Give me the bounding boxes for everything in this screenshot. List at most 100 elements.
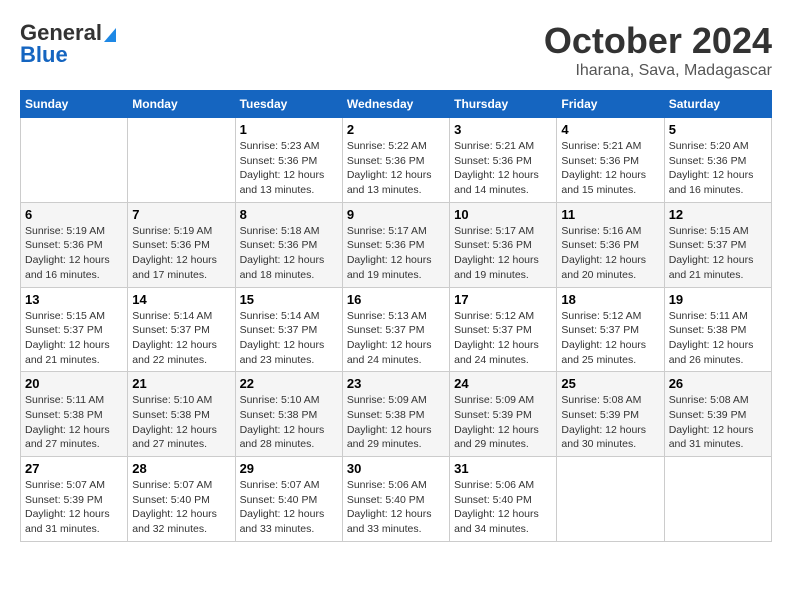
calendar-cell: 30Sunrise: 5:06 AM Sunset: 5:40 PM Dayli…	[342, 457, 449, 542]
calendar-cell: 20 Sunrise: 5:11 AM Sunset: 5:38 PM Dayli…	[21, 372, 128, 457]
day-number: 11	[561, 207, 659, 222]
day-number: 9	[347, 207, 445, 222]
day-number: 29	[240, 461, 338, 476]
calendar-cell: 8Sunrise: 5:18 AM Sunset: 5:36 PM Daylig…	[235, 202, 342, 287]
title-section: October 2024 Iharana, Sava, Madagascar	[544, 20, 772, 80]
day-number: 4	[561, 122, 659, 137]
calendar-cell: 10 Sunrise: 5:17 AM Sunset: 5:36 PM Dayli…	[450, 202, 557, 287]
calendar-cell: 28 Sunrise: 5:07 AM Sunset: 5:40 PM Dayli…	[128, 457, 235, 542]
day-number: 2	[347, 122, 445, 137]
day-info: Sunrise: 5:06 AM Sunset: 5:40 PM Dayligh…	[454, 478, 552, 537]
day-info: Sunrise: 5:07 AM Sunset: 5:40 PM Dayligh…	[132, 478, 230, 537]
day-info: Sunrise: 5:07 AM Sunset: 5:40 PM Dayligh…	[240, 478, 338, 537]
weekday-header: Wednesday	[342, 91, 449, 118]
calendar-cell: 16 Sunrise: 5:13 AM Sunset: 5:37 PM Dayli…	[342, 287, 449, 372]
day-info: Sunrise: 5:10 AM Sunset: 5:38 PM Dayligh…	[132, 393, 230, 452]
day-info: Sunrise: 5:12 AM Sunset: 5:37 PM Dayligh…	[561, 309, 659, 368]
day-info: Sunrise: 5:20 AM Sunset: 5:36 PM Dayligh…	[669, 139, 767, 198]
calendar-cell	[21, 118, 128, 203]
calendar-cell: 31 Sunrise: 5:06 AM Sunset: 5:40 PM Dayli…	[450, 457, 557, 542]
day-info: Sunrise: 5:12 AM Sunset: 5:37 PM Dayligh…	[454, 309, 552, 368]
day-info: Sunrise: 5:23 AM Sunset: 5:36 PM Dayligh…	[240, 139, 338, 198]
day-number: 10	[454, 207, 552, 222]
weekday-header: Saturday	[664, 91, 771, 118]
day-info: Sunrise: 5:08 AM Sunset: 5:39 PM Dayligh…	[669, 393, 767, 452]
calendar-cell: 13Sunrise: 5:15 AM Sunset: 5:37 PM Dayli…	[21, 287, 128, 372]
month-title: October 2024	[544, 20, 772, 62]
day-number: 31	[454, 461, 552, 476]
day-info: Sunrise: 5:18 AM Sunset: 5:36 PM Dayligh…	[240, 224, 338, 283]
day-number: 18	[561, 292, 659, 307]
day-number: 15	[240, 292, 338, 307]
calendar-cell: 19 Sunrise: 5:11 AM Sunset: 5:38 PM Dayli…	[664, 287, 771, 372]
day-info: Sunrise: 5:08 AM Sunset: 5:39 PM Dayligh…	[561, 393, 659, 452]
calendar-cell: 27Sunrise: 5:07 AM Sunset: 5:39 PM Dayli…	[21, 457, 128, 542]
day-number: 22	[240, 376, 338, 391]
day-number: 16	[347, 292, 445, 307]
day-number: 12	[669, 207, 767, 222]
calendar-cell: 1 Sunrise: 5:23 AM Sunset: 5:36 PM Daylig…	[235, 118, 342, 203]
calendar-cell: 21 Sunrise: 5:10 AM Sunset: 5:38 PM Dayli…	[128, 372, 235, 457]
day-info: Sunrise: 5:09 AM Sunset: 5:39 PM Dayligh…	[454, 393, 552, 452]
day-info: Sunrise: 5:21 AM Sunset: 5:36 PM Dayligh…	[454, 139, 552, 198]
day-number: 3	[454, 122, 552, 137]
day-info: Sunrise: 5:10 AM Sunset: 5:38 PM Dayligh…	[240, 393, 338, 452]
day-info: Sunrise: 5:16 AM Sunset: 5:36 PM Dayligh…	[561, 224, 659, 283]
day-info: Sunrise: 5:11 AM Sunset: 5:38 PM Dayligh…	[669, 309, 767, 368]
day-number: 28	[132, 461, 230, 476]
calendar-cell: 11 Sunrise: 5:16 AM Sunset: 5:36 PM Dayli…	[557, 202, 664, 287]
logo-blue: Blue	[20, 42, 68, 68]
day-number: 13	[25, 292, 123, 307]
calendar-cell: 6 Sunrise: 5:19 AM Sunset: 5:36 PM Daylig…	[21, 202, 128, 287]
day-info: Sunrise: 5:19 AM Sunset: 5:36 PM Dayligh…	[132, 224, 230, 283]
calendar-cell: 5 Sunrise: 5:20 AM Sunset: 5:36 PM Daylig…	[664, 118, 771, 203]
weekday-header: Tuesday	[235, 91, 342, 118]
day-info: Sunrise: 5:17 AM Sunset: 5:36 PM Dayligh…	[347, 224, 445, 283]
day-info: Sunrise: 5:11 AM Sunset: 5:38 PM Dayligh…	[25, 393, 123, 452]
calendar-cell: 12Sunrise: 5:15 AM Sunset: 5:37 PM Dayli…	[664, 202, 771, 287]
calendar-cell: 4 Sunrise: 5:21 AM Sunset: 5:36 PM Daylig…	[557, 118, 664, 203]
calendar-table: SundayMondayTuesdayWednesdayThursdayFrid…	[20, 90, 772, 542]
day-info: Sunrise: 5:22 AM Sunset: 5:36 PM Dayligh…	[347, 139, 445, 198]
calendar-week-row: 1 Sunrise: 5:23 AM Sunset: 5:36 PM Daylig…	[21, 118, 772, 203]
logo: General Blue	[20, 20, 116, 68]
calendar-cell: 23 Sunrise: 5:09 AM Sunset: 5:38 PM Dayli…	[342, 372, 449, 457]
header: General Blue October 2024 Iharana, Sava,…	[20, 20, 772, 80]
day-number: 24	[454, 376, 552, 391]
calendar-cell	[664, 457, 771, 542]
day-number: 21	[132, 376, 230, 391]
calendar-cell: 7 Sunrise: 5:19 AM Sunset: 5:36 PM Daylig…	[128, 202, 235, 287]
day-number: 23	[347, 376, 445, 391]
day-number: 20	[25, 376, 123, 391]
day-number: 1	[240, 122, 338, 137]
day-number: 26	[669, 376, 767, 391]
day-info: Sunrise: 5:07 AM Sunset: 5:39 PM Dayligh…	[25, 478, 123, 537]
calendar-cell: 9 Sunrise: 5:17 AM Sunset: 5:36 PM Daylig…	[342, 202, 449, 287]
calendar-week-row: 13Sunrise: 5:15 AM Sunset: 5:37 PM Dayli…	[21, 287, 772, 372]
day-info: Sunrise: 5:17 AM Sunset: 5:36 PM Dayligh…	[454, 224, 552, 283]
day-info: Sunrise: 5:13 AM Sunset: 5:37 PM Dayligh…	[347, 309, 445, 368]
day-number: 5	[669, 122, 767, 137]
weekday-header-row: SundayMondayTuesdayWednesdayThursdayFrid…	[21, 91, 772, 118]
calendar-cell: 2 Sunrise: 5:22 AM Sunset: 5:36 PM Daylig…	[342, 118, 449, 203]
day-number: 7	[132, 207, 230, 222]
day-info: Sunrise: 5:14 AM Sunset: 5:37 PM Dayligh…	[240, 309, 338, 368]
calendar-cell: 15 Sunrise: 5:14 AM Sunset: 5:37 PM Dayli…	[235, 287, 342, 372]
location-title: Iharana, Sava, Madagascar	[544, 62, 772, 80]
day-info: Sunrise: 5:21 AM Sunset: 5:36 PM Dayligh…	[561, 139, 659, 198]
day-number: 19	[669, 292, 767, 307]
day-info: Sunrise: 5:06 AM Sunset: 5:40 PM Dayligh…	[347, 478, 445, 537]
day-number: 17	[454, 292, 552, 307]
weekday-header: Sunday	[21, 91, 128, 118]
calendar-cell: 3 Sunrise: 5:21 AM Sunset: 5:36 PM Daylig…	[450, 118, 557, 203]
day-number: 14	[132, 292, 230, 307]
weekday-header: Monday	[128, 91, 235, 118]
day-info: Sunrise: 5:19 AM Sunset: 5:36 PM Dayligh…	[25, 224, 123, 283]
day-info: Sunrise: 5:09 AM Sunset: 5:38 PM Dayligh…	[347, 393, 445, 452]
day-number: 6	[25, 207, 123, 222]
calendar-week-row: 27Sunrise: 5:07 AM Sunset: 5:39 PM Dayli…	[21, 457, 772, 542]
calendar-week-row: 20 Sunrise: 5:11 AM Sunset: 5:38 PM Dayli…	[21, 372, 772, 457]
calendar-cell: 29 Sunrise: 5:07 AM Sunset: 5:40 PM Dayli…	[235, 457, 342, 542]
calendar-week-row: 6 Sunrise: 5:19 AM Sunset: 5:36 PM Daylig…	[21, 202, 772, 287]
calendar-cell: 25Sunrise: 5:08 AM Sunset: 5:39 PM Dayli…	[557, 372, 664, 457]
